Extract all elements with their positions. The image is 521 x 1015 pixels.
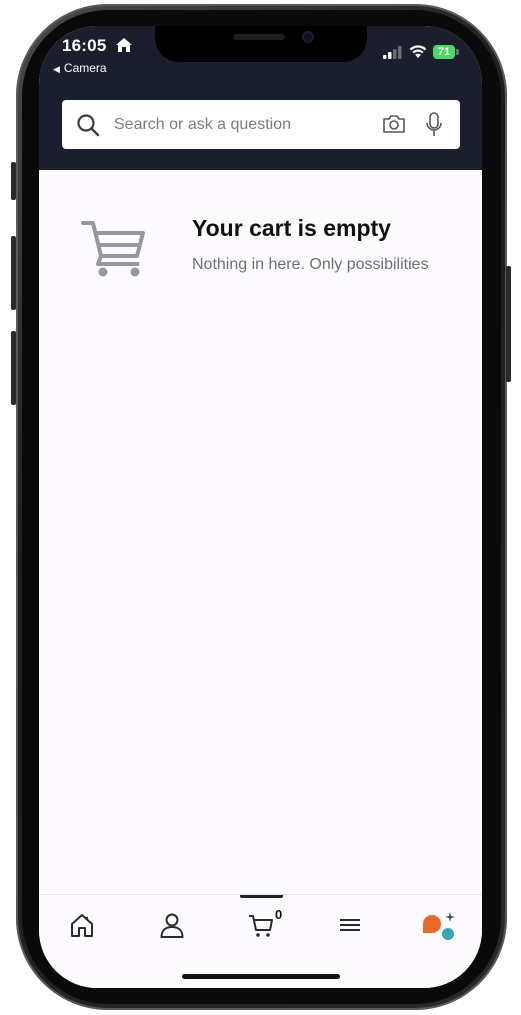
home-status-icon bbox=[116, 38, 132, 52]
battery-tip bbox=[456, 49, 459, 55]
device-stage: 16:05 ◀ Camera 71 Search or ask a questi… bbox=[0, 0, 521, 1015]
empty-cart-title: Your cart is empty bbox=[192, 215, 391, 241]
nav-home[interactable] bbox=[62, 911, 102, 943]
back-triangle-icon: ◀ bbox=[53, 64, 60, 74]
camera-search-icon[interactable] bbox=[382, 113, 406, 135]
status-time: 16:05 bbox=[62, 36, 107, 55]
active-tab-indicator bbox=[240, 895, 283, 898]
microphone-icon[interactable] bbox=[425, 112, 443, 138]
cart-icon bbox=[249, 915, 273, 937]
search-input[interactable] bbox=[114, 100, 374, 149]
nav-menu[interactable] bbox=[330, 911, 370, 943]
home-indicator[interactable] bbox=[182, 974, 340, 979]
empty-cart-subtitle: Nothing in here. Only possibilities bbox=[192, 256, 429, 273]
user-icon bbox=[160, 913, 184, 938]
silent-switch bbox=[11, 162, 16, 200]
hamburger-menu-icon bbox=[340, 919, 360, 931]
cellular-signal-icon bbox=[383, 46, 402, 59]
battery-indicator: 71 bbox=[433, 45, 455, 59]
search-bar[interactable] bbox=[62, 100, 460, 149]
back-to-app-link[interactable]: ◀ Camera bbox=[53, 61, 107, 75]
front-camera bbox=[302, 31, 314, 43]
app-header: 16:05 ◀ Camera 71 bbox=[39, 26, 482, 170]
nav-assistant[interactable] bbox=[419, 911, 459, 943]
notch bbox=[155, 26, 367, 62]
home-icon bbox=[71, 914, 93, 937]
empty-cart-icon bbox=[81, 221, 145, 277]
search-icon[interactable] bbox=[76, 113, 100, 137]
wifi-icon bbox=[409, 45, 427, 58]
cart-count-badge: 0 bbox=[275, 907, 283, 922]
app-screen: 16:05 ◀ Camera 71 Search or ask a questi… bbox=[39, 26, 482, 988]
assistant-icon bbox=[423, 912, 455, 940]
volume-up-button bbox=[11, 236, 16, 310]
power-button bbox=[506, 266, 511, 382]
volume-down-button bbox=[11, 331, 16, 405]
bottom-navigation: 0 bbox=[39, 894, 482, 988]
nav-account[interactable] bbox=[152, 911, 192, 943]
back-app-label: Camera bbox=[63, 61, 107, 75]
earpiece-speaker bbox=[233, 34, 285, 40]
